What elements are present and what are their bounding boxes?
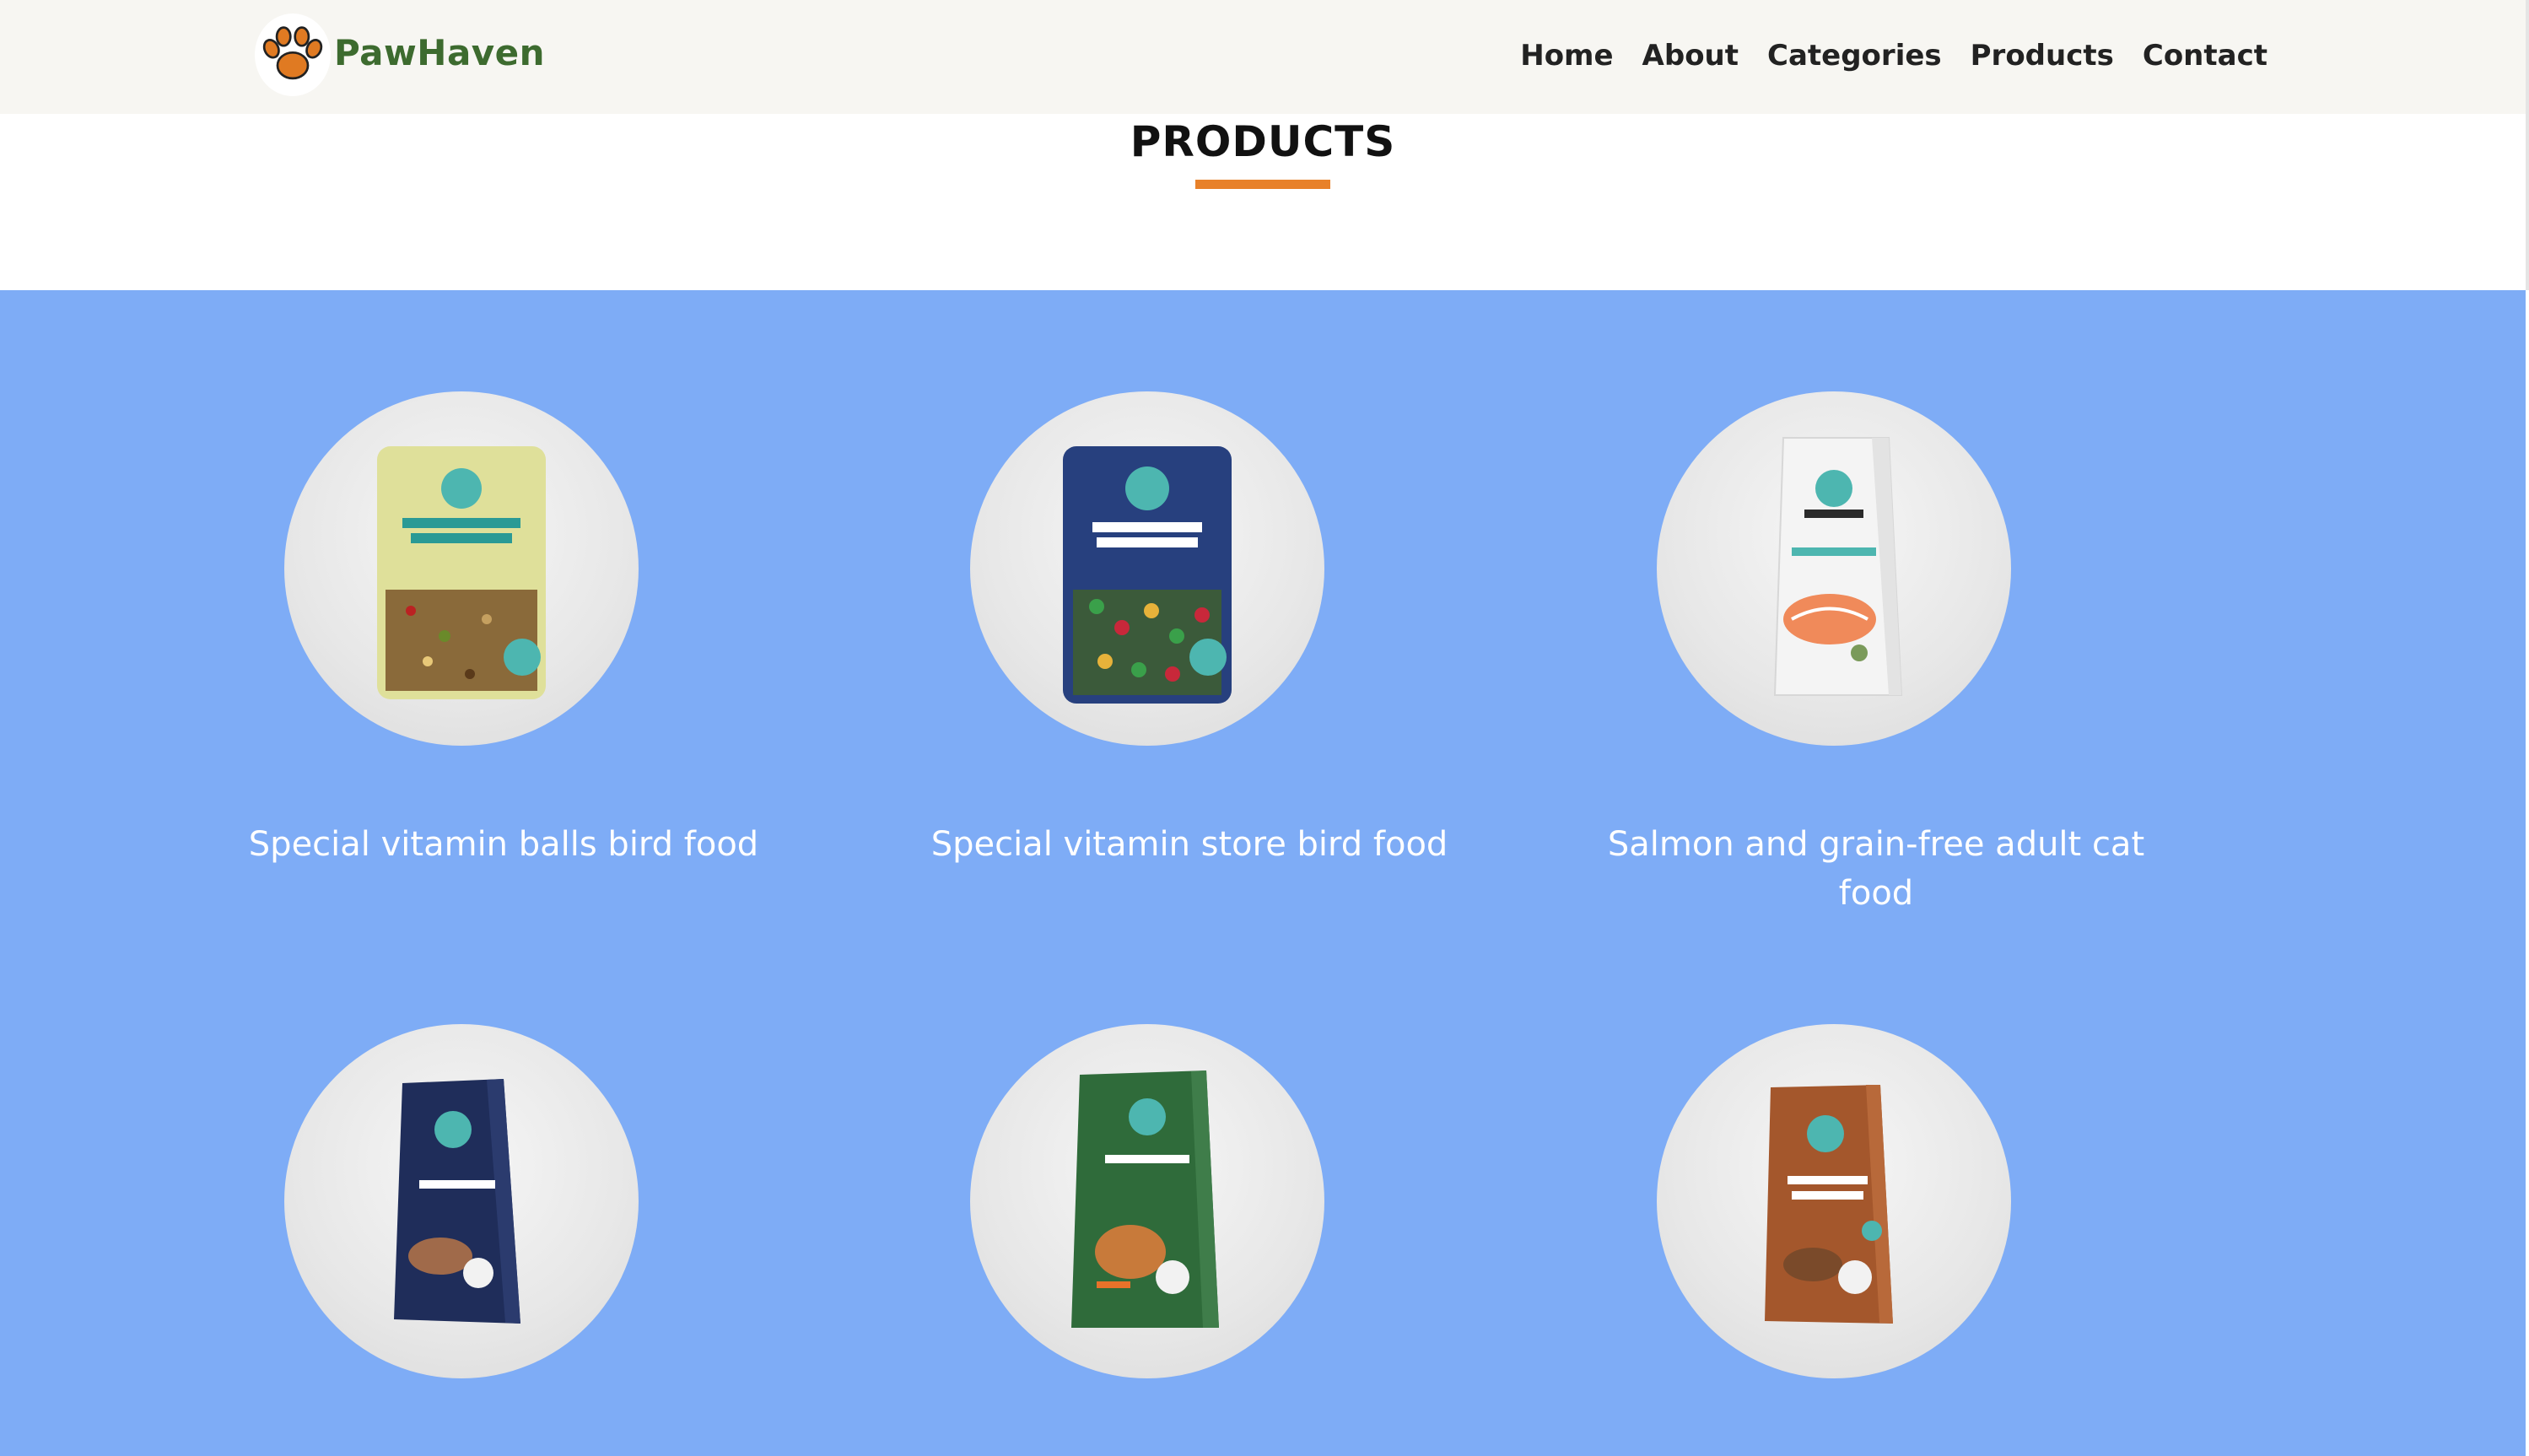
dog-food-bag-green-image[interactable] bbox=[970, 1024, 1324, 1378]
navbar: PawHaven Home About Categories Products … bbox=[0, 0, 2529, 114]
cat-food-bag-brown-image[interactable] bbox=[1657, 1024, 2011, 1378]
section-header: PRODUCTS bbox=[0, 114, 2526, 290]
cat-food-bag-navy-image[interactable] bbox=[284, 1024, 639, 1378]
product-name: Special vitamin balls bird food bbox=[248, 825, 759, 864]
scrollbar[interactable] bbox=[2526, 0, 2529, 290]
nav-contact[interactable]: Contact bbox=[2143, 37, 2267, 74]
product-name: Salmon and grain-free adult cat food bbox=[1607, 825, 2145, 913]
cat-food-bag-white-image[interactable] bbox=[1657, 391, 2011, 746]
nav-products[interactable]: Products bbox=[1971, 37, 2114, 74]
page-title: PRODUCTS bbox=[1130, 117, 1396, 166]
paw-logo-icon[interactable] bbox=[255, 13, 331, 96]
product-name: Special vitamin store bird food bbox=[930, 825, 1448, 864]
products-section: Special vitamin balls bird food Special … bbox=[0, 290, 2526, 1456]
bird-food-bag-yellow-image[interactable] bbox=[284, 391, 639, 746]
nav-about[interactable]: About bbox=[1642, 37, 1739, 74]
nav-categories[interactable]: Categories bbox=[1767, 37, 1942, 74]
main-nav: Home About Categories Products Contact bbox=[1520, 37, 2267, 74]
title-underline bbox=[1195, 180, 1330, 189]
brand-name[interactable]: PawHaven bbox=[334, 32, 545, 73]
bird-food-bag-blue-image[interactable] bbox=[970, 391, 1324, 746]
nav-home[interactable]: Home bbox=[1520, 37, 1613, 74]
